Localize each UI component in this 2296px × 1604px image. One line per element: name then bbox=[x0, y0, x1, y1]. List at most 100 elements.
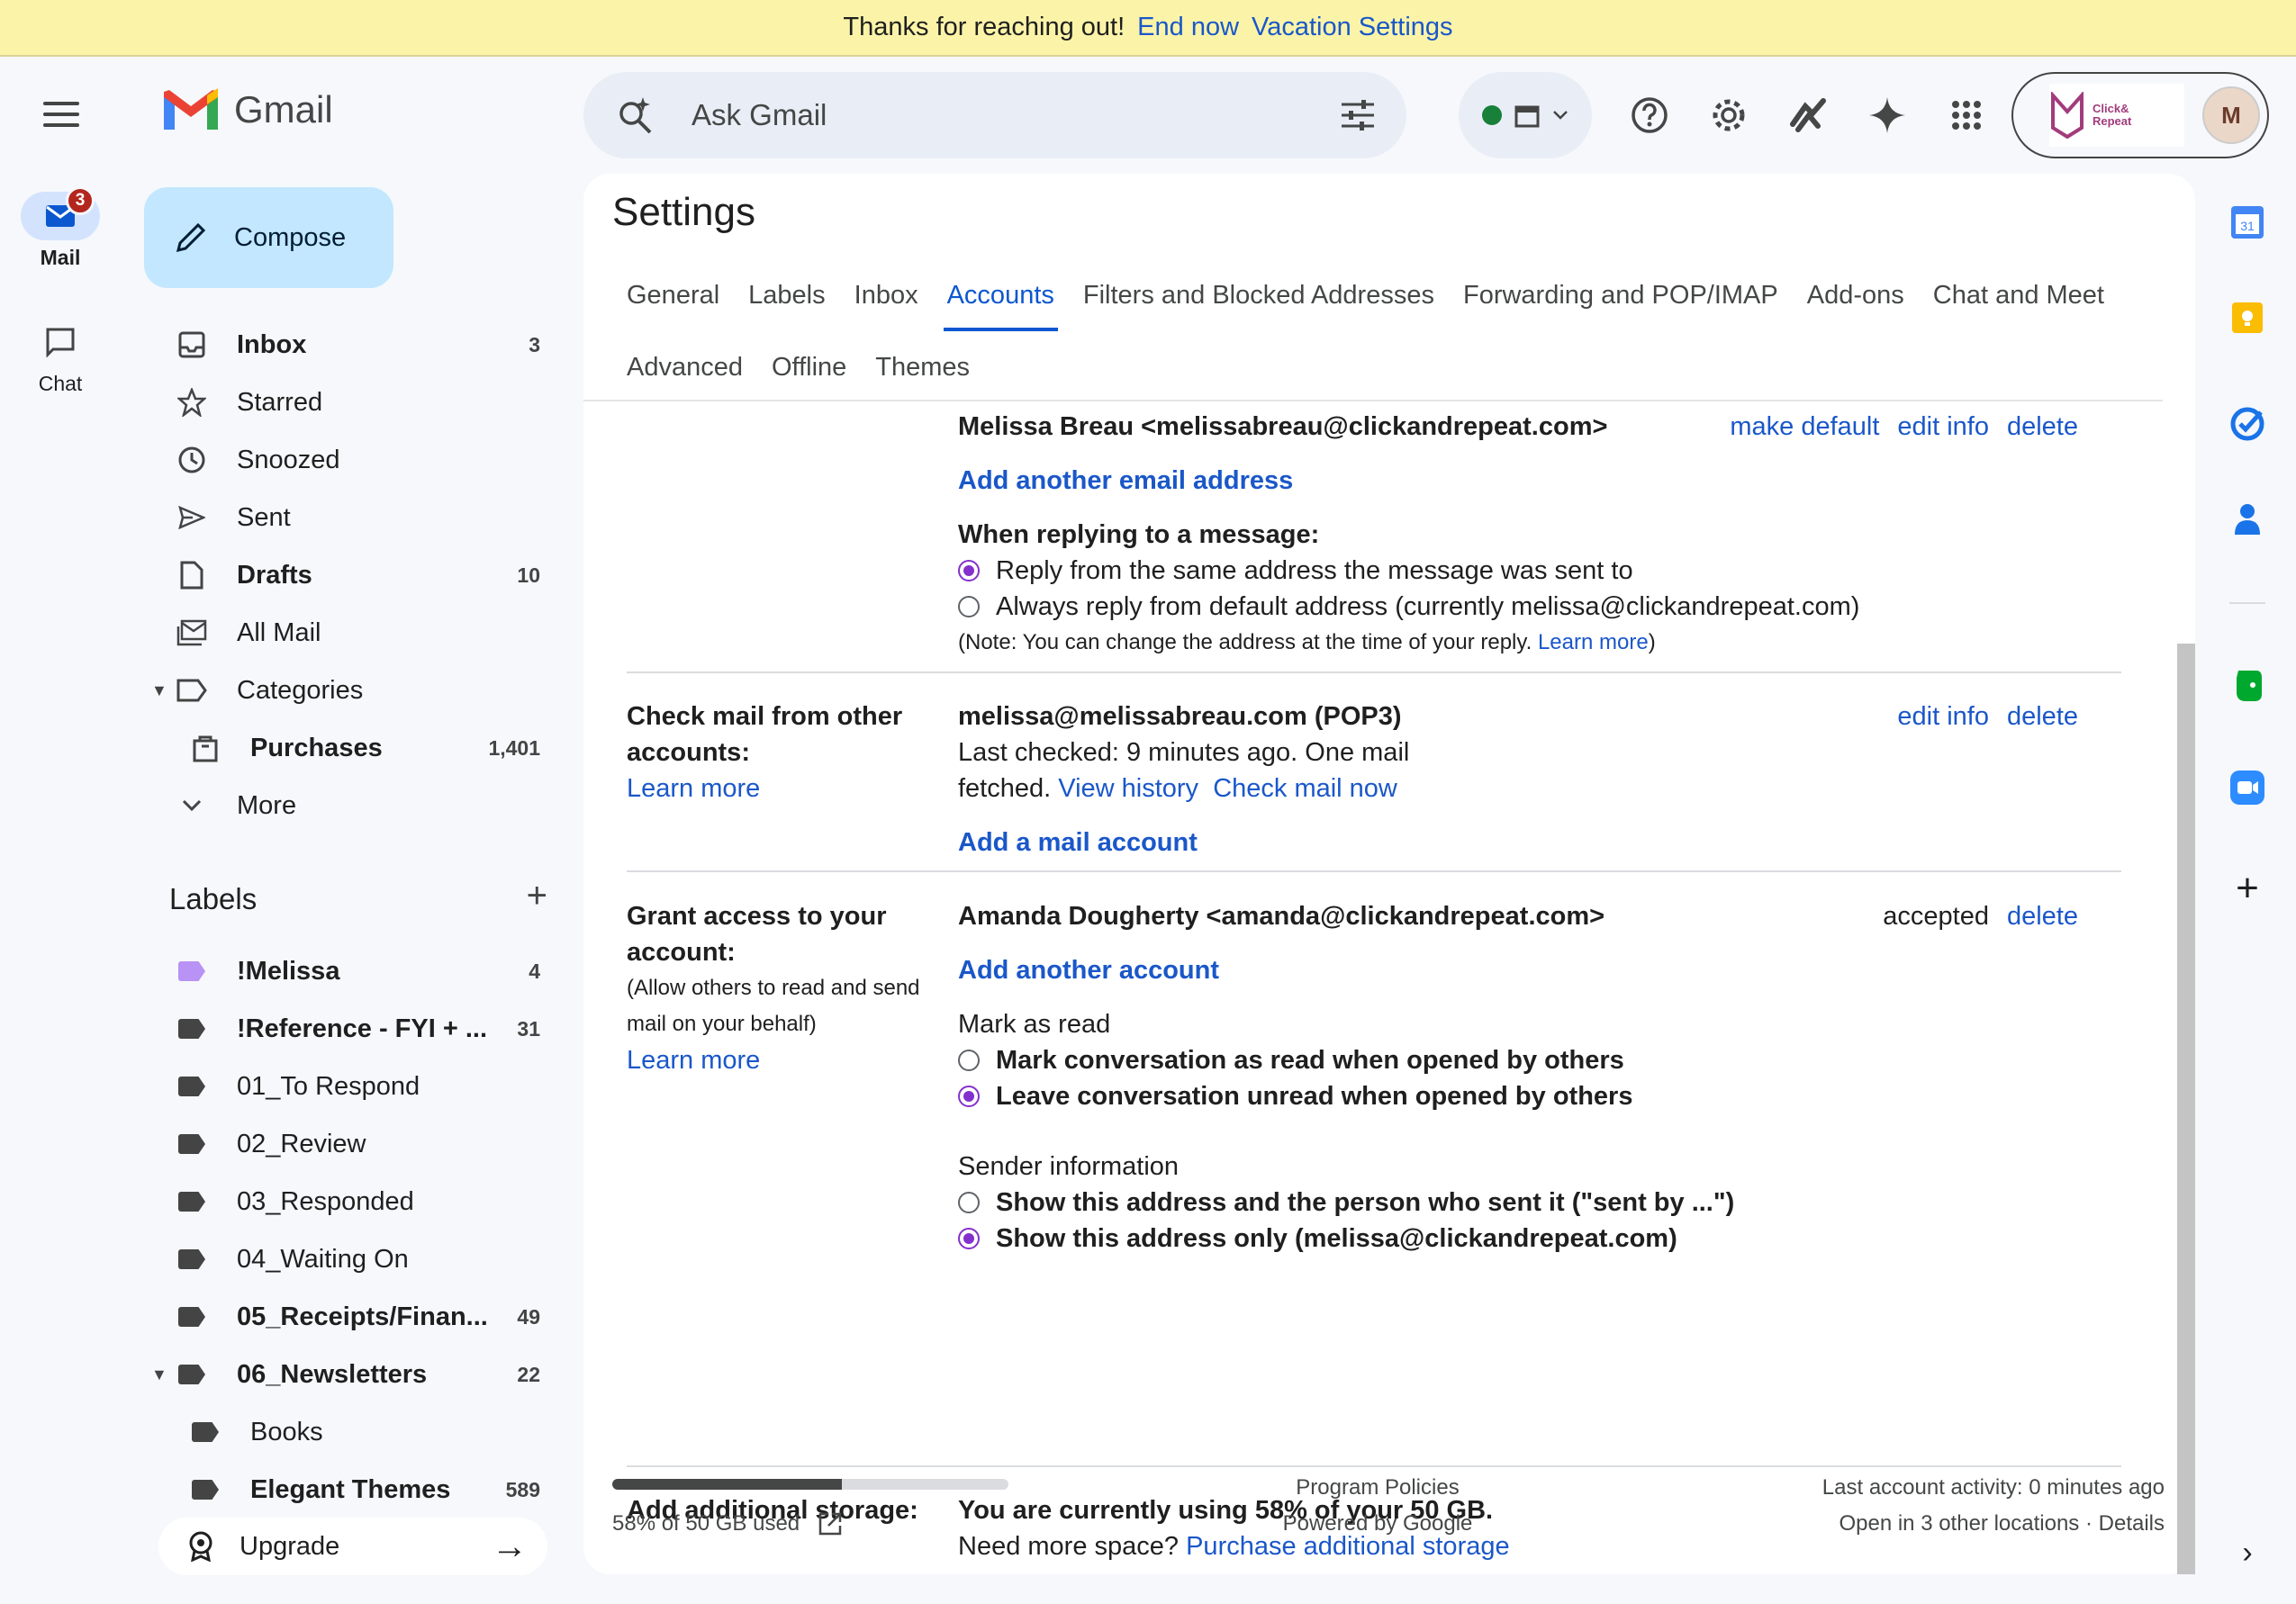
nav-item-drafts[interactable]: Drafts 10 bbox=[144, 546, 549, 604]
add-mail-account-link[interactable]: Add a mail account bbox=[958, 828, 1198, 857]
keep-icon[interactable] bbox=[2229, 300, 2265, 336]
grant-access-note: (Allow others to read and send mail on y… bbox=[627, 976, 920, 1036]
label-item[interactable]: 05_Receipts/Finan... 49 bbox=[144, 1288, 549, 1346]
learn-more-link[interactable]: Learn more bbox=[627, 1046, 760, 1075]
gemini-sparkle-icon[interactable] bbox=[1867, 88, 1907, 142]
help-icon[interactable] bbox=[1630, 88, 1669, 142]
rail-mail-label: Mail bbox=[40, 246, 81, 269]
calendar-icon[interactable]: 31 bbox=[2229, 204, 2265, 240]
nav-item-starred[interactable]: Starred bbox=[144, 374, 549, 431]
label-item[interactable]: !Melissa 4 bbox=[144, 942, 549, 1000]
sender-only-radio[interactable] bbox=[958, 1228, 980, 1249]
section-divider bbox=[627, 1465, 2121, 1467]
label-count: 589 bbox=[505, 1477, 540, 1501]
tab-accounts[interactable]: Accounts bbox=[943, 259, 1059, 331]
label-item[interactable]: !Reference - FYI + ... 31 bbox=[144, 1000, 549, 1058]
label-count: 31 bbox=[517, 1016, 540, 1041]
search-options-icon[interactable] bbox=[1340, 99, 1376, 131]
caret-down-icon[interactable]: ▼ bbox=[151, 681, 167, 700]
learn-more-link[interactable]: Learn more bbox=[1538, 630, 1649, 654]
sender-both-radio[interactable] bbox=[958, 1192, 980, 1213]
tab-labels[interactable]: Labels bbox=[748, 259, 825, 331]
add-account-link[interactable]: Add another account bbox=[958, 956, 1219, 985]
scrollbar[interactable] bbox=[2177, 644, 2195, 1574]
tab-chat-meet[interactable]: Chat and Meet bbox=[1933, 259, 2104, 331]
reply-same-radio[interactable] bbox=[958, 560, 980, 581]
edit-info-link[interactable]: edit info bbox=[1897, 409, 1989, 445]
search-input[interactable]: Ask Gmail bbox=[692, 98, 827, 132]
main-menu-icon[interactable] bbox=[43, 102, 79, 134]
send-icon bbox=[174, 506, 210, 529]
gmail-logo[interactable]: Gmail bbox=[162, 88, 333, 131]
other-locations-link[interactable]: Open in 3 other locations · Details bbox=[1822, 1506, 2165, 1542]
apps-grid-icon[interactable] bbox=[1947, 88, 1986, 142]
label-item[interactable]: 01_To Respond bbox=[144, 1058, 549, 1115]
zoom-icon[interactable] bbox=[2229, 770, 2265, 806]
tasks-icon[interactable] bbox=[2229, 406, 2265, 442]
extension-icon[interactable] bbox=[1788, 88, 1828, 142]
label-item[interactable]: 03_Responded bbox=[144, 1173, 549, 1230]
check-mail-label: Check mail from other accounts: bbox=[627, 702, 903, 767]
account-switcher[interactable]: Click& Repeat M bbox=[2011, 72, 2269, 158]
evernote-icon[interactable] bbox=[2229, 667, 2265, 703]
plus-icon[interactable]: + bbox=[527, 878, 547, 916]
contacts-icon[interactable] bbox=[2229, 501, 2265, 537]
nav-item-all-mail[interactable]: All Mail bbox=[144, 604, 549, 662]
caret-down-icon[interactable]: ▼ bbox=[151, 1365, 167, 1384]
make-default-link[interactable]: make default bbox=[1730, 409, 1879, 445]
add-addon-plus-icon[interactable]: + bbox=[2229, 866, 2265, 910]
view-history-link[interactable]: View history bbox=[1058, 774, 1198, 803]
settings-gear-icon[interactable] bbox=[1709, 88, 1749, 142]
leave-unread-radio[interactable] bbox=[958, 1086, 980, 1107]
gmail-wordmark: Gmail bbox=[234, 88, 333, 131]
learn-more-link[interactable]: Learn more bbox=[627, 774, 760, 803]
nav-item-inbox[interactable]: Inbox 3 bbox=[144, 316, 549, 374]
end-vacation-link[interactable]: End now bbox=[1137, 13, 1239, 42]
labels-list: !Melissa 4 !Reference - FYI + ... 31 01_To… bbox=[144, 942, 549, 1518]
upgrade-button[interactable]: Upgrade → bbox=[158, 1518, 547, 1575]
delete-link[interactable]: delete bbox=[2007, 898, 2078, 934]
nav-item-sent[interactable]: Sent bbox=[144, 489, 549, 546]
nav-item-categories[interactable]: ▼ Categories bbox=[144, 662, 549, 719]
search-bar[interactable]: Ask Gmail bbox=[583, 72, 1406, 158]
label-item[interactable]: Elegant Themes 589 bbox=[144, 1461, 549, 1518]
nav-item-purchases[interactable]: Purchases 1,401 bbox=[144, 719, 549, 777]
reply-default-radio[interactable] bbox=[958, 596, 980, 617]
tab-forwarding[interactable]: Forwarding and POP/IMAP bbox=[1463, 259, 1778, 331]
nav-label: Snoozed bbox=[237, 445, 340, 474]
edit-info-link[interactable]: edit info bbox=[1897, 698, 1989, 734]
reply-heading: When replying to a message: bbox=[958, 520, 1320, 549]
label-item[interactable]: 02_Review bbox=[144, 1115, 549, 1173]
tab-general[interactable]: General bbox=[627, 259, 719, 331]
rail-item-mail[interactable]: 3 Mail bbox=[0, 186, 121, 270]
label-item[interactable]: ▼ 06_Newsletters 22 bbox=[144, 1346, 549, 1403]
tab-themes[interactable]: Themes bbox=[875, 331, 970, 403]
label-item[interactable]: Books bbox=[144, 1403, 549, 1461]
nav-item-more[interactable]: More bbox=[144, 777, 549, 834]
external-link-icon[interactable] bbox=[818, 1511, 843, 1536]
add-email-link[interactable]: Add another email address bbox=[958, 466, 1293, 495]
chevron-right-icon[interactable]: › bbox=[2229, 1535, 2265, 1571]
label-name: !Melissa bbox=[237, 956, 340, 986]
rail-item-chat[interactable]: Chat bbox=[0, 318, 121, 396]
check-mail-now-link[interactable]: Check mail now bbox=[1213, 774, 1397, 803]
program-policies-link[interactable]: Program Policies bbox=[1270, 1470, 1486, 1506]
mail-nav: Inbox 3 Starred Snoozed Sent Drafts 10 A… bbox=[144, 316, 549, 834]
vacation-settings-link[interactable]: Vacation Settings bbox=[1252, 13, 1453, 42]
label-name: 06_Newsletters bbox=[237, 1359, 428, 1389]
tab-offline[interactable]: Offline bbox=[772, 331, 846, 403]
delete-link[interactable]: delete bbox=[2007, 409, 2078, 445]
label-name: Elegant Themes bbox=[250, 1474, 451, 1504]
rail-chat-label: Chat bbox=[38, 372, 83, 395]
status-selector[interactable] bbox=[1459, 72, 1592, 158]
mark-read-radio[interactable] bbox=[958, 1050, 980, 1071]
nav-item-snoozed[interactable]: Snoozed bbox=[144, 431, 549, 489]
compose-button[interactable]: Compose bbox=[144, 187, 393, 288]
label-name: 05_Receipts/Finan... bbox=[237, 1302, 488, 1331]
tab-inbox[interactable]: Inbox bbox=[854, 259, 918, 331]
tab-addons[interactable]: Add-ons bbox=[1807, 259, 1904, 331]
label-item[interactable]: 04_Waiting On bbox=[144, 1230, 549, 1288]
tab-filters[interactable]: Filters and Blocked Addresses bbox=[1083, 259, 1434, 331]
tab-advanced[interactable]: Advanced bbox=[627, 331, 743, 403]
delete-link[interactable]: delete bbox=[2007, 698, 2078, 734]
